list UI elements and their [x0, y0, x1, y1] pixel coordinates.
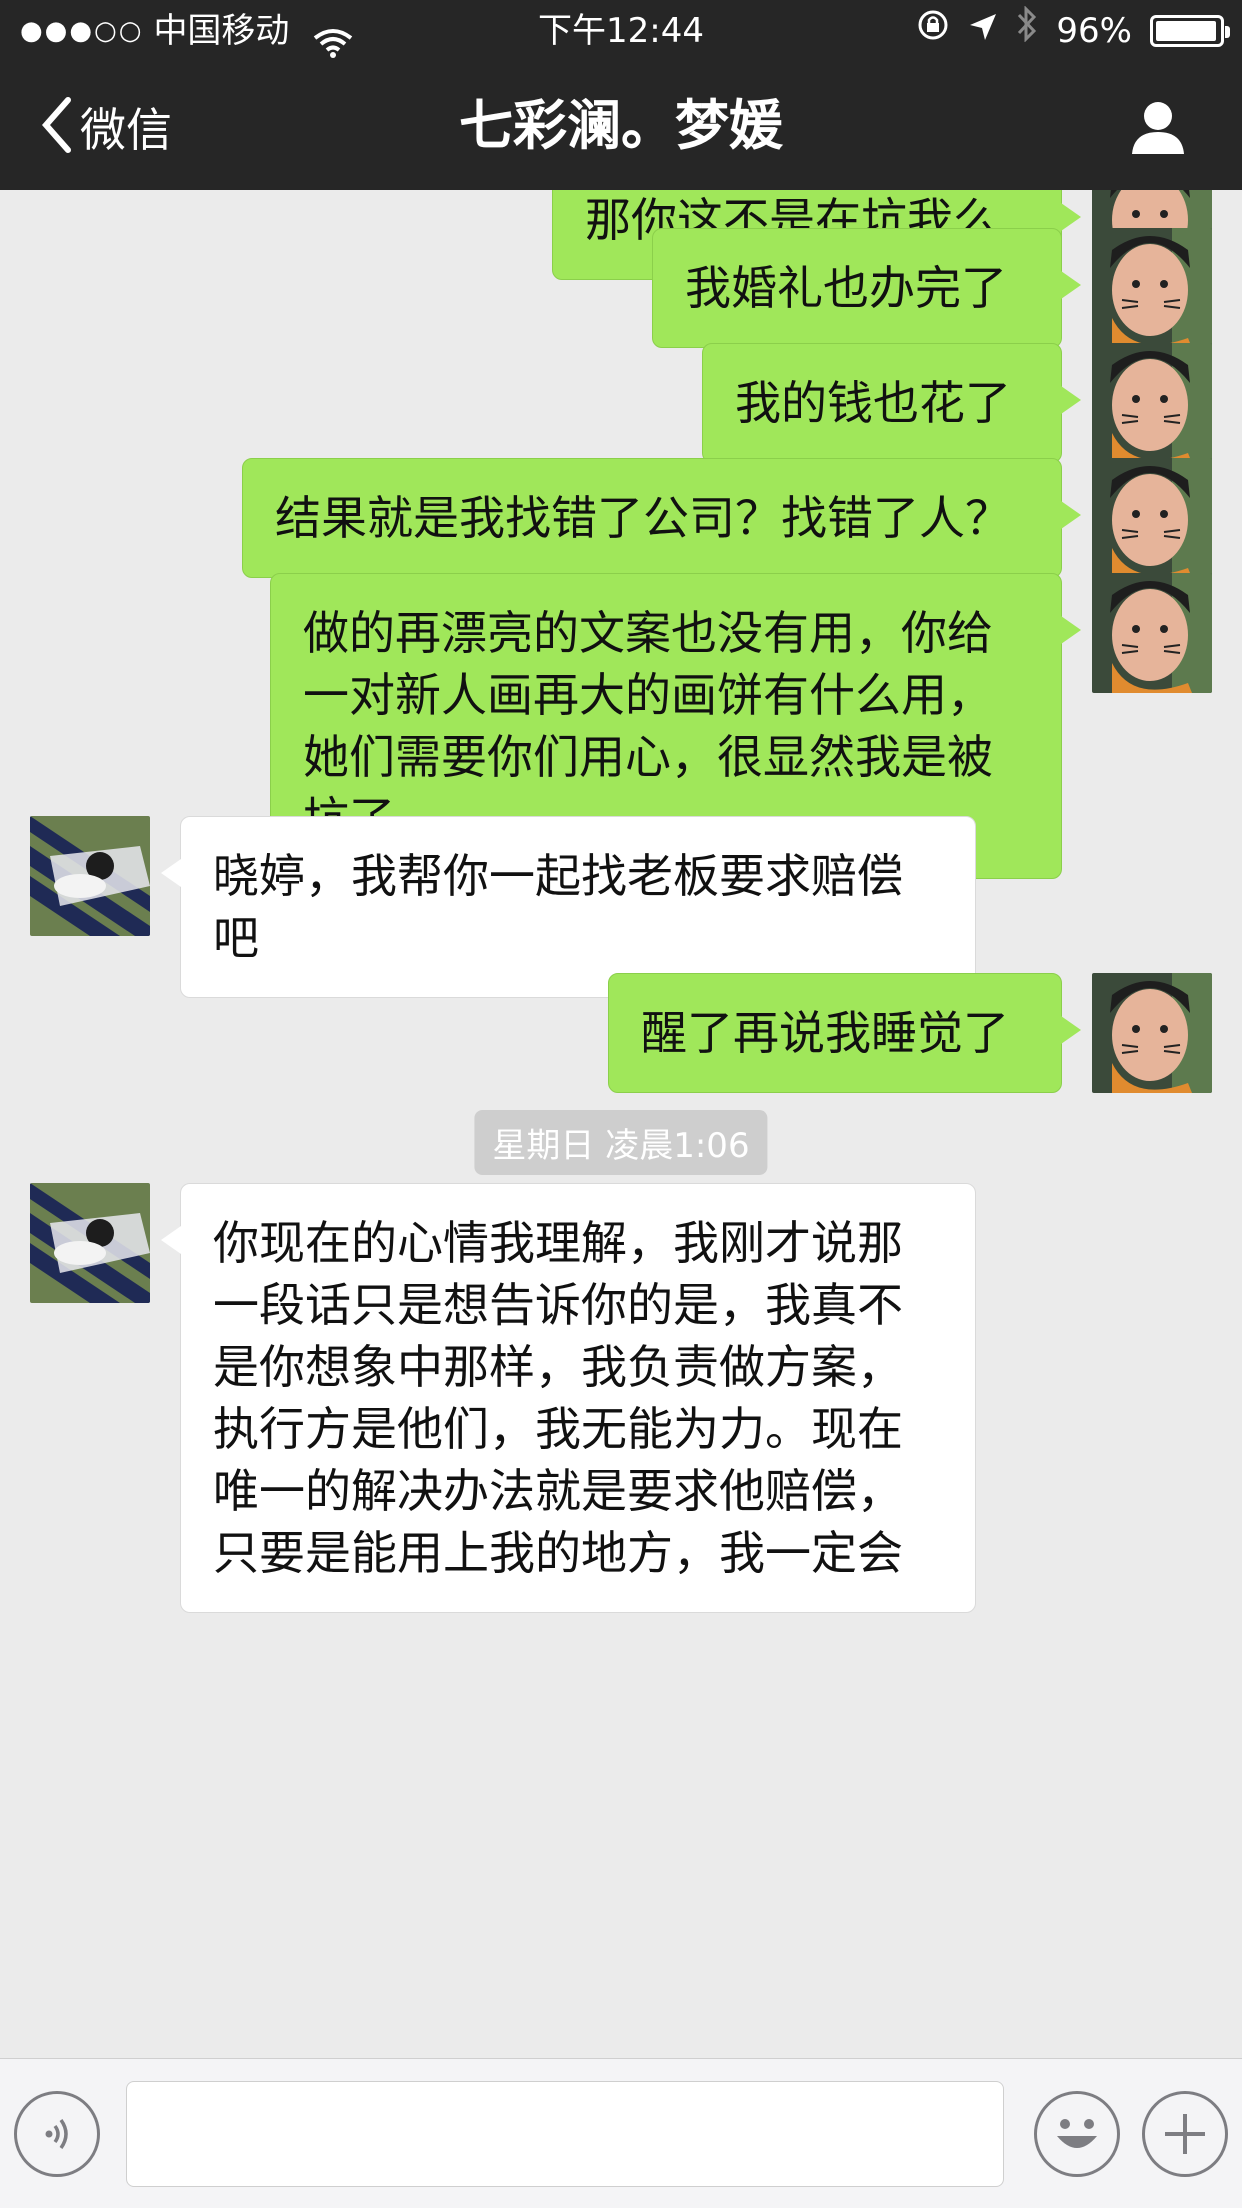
- chat-title: 七彩澜。梦媛: [459, 94, 783, 157]
- emoji-button[interactable]: [1034, 2091, 1120, 2177]
- my-avatar[interactable]: [1092, 973, 1212, 1093]
- battery-fill: [1156, 21, 1216, 41]
- battery-percent: 96%: [1056, 11, 1132, 51]
- my-avatar[interactable]: [1092, 228, 1212, 348]
- orientation-lock-icon: [916, 0, 950, 62]
- message-input[interactable]: [126, 2081, 1004, 2187]
- voice-button[interactable]: [14, 2091, 100, 2177]
- voice-icon: [45, 2118, 68, 2150]
- input-bar: [0, 2058, 1242, 2208]
- contact-avatar[interactable]: [30, 1183, 150, 1303]
- contact-avatar[interactable]: [30, 816, 150, 936]
- received-message-bubble[interactable]: 你现在的心情我理解，我刚才说那 一段话只是想告诉你的是，我真不 是你想象中那样，…: [161, 1183, 976, 1613]
- my-avatar[interactable]: [1092, 573, 1212, 693]
- sent-message-bubble[interactable]: 我婚礼也办完了: [652, 228, 1081, 348]
- sent-message-bubble[interactable]: 结果就是我找错了公司？找错了人？: [242, 458, 1081, 578]
- location-arrow-icon: [968, 0, 998, 62]
- plus-icon: [1165, 2114, 1205, 2154]
- sent-message-bubble[interactable]: 我的钱也花了: [702, 343, 1081, 463]
- bluetooth-icon: [1016, 0, 1038, 62]
- add-button[interactable]: [1142, 2091, 1228, 2177]
- sent-message-bubble[interactable]: 醒了再说我睡觉了: [608, 973, 1081, 1093]
- status-bar: ●●●○○ 中国移动 下午12:44 96%: [0, 0, 1242, 62]
- my-avatar[interactable]: [1092, 343, 1212, 463]
- my-avatar[interactable]: [1092, 458, 1212, 578]
- chat-timestamp: 星期日 凌晨1:06: [474, 1110, 768, 1175]
- nav-bar: 微信 七彩澜。梦媛: [0, 62, 1242, 190]
- person-icon[interactable]: [1128, 98, 1188, 158]
- received-message-bubble[interactable]: 晓婷，我帮你一起找老板要求赔偿 吧: [161, 816, 976, 998]
- chat-area[interactable]: 那你这不是在坑我么 我婚礼也办完了 我的钱也花了 结果就是我找错了公司？找错了人？ 做的…: [0, 190, 1242, 2058]
- emoji-icon: [1057, 2119, 1097, 2148]
- battery-icon: [1150, 15, 1230, 47]
- battery-cap: [1225, 26, 1230, 38]
